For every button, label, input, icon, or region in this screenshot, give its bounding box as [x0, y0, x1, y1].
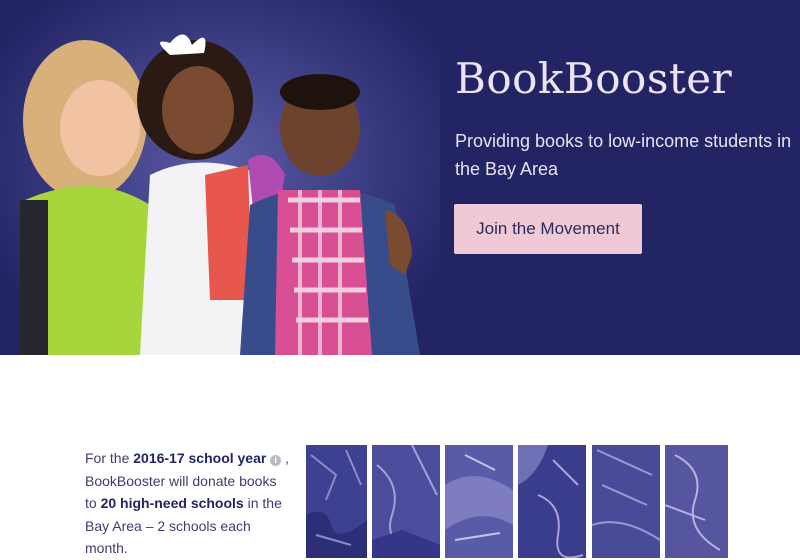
map-tile: [518, 445, 586, 558]
map-tile: [445, 445, 513, 558]
donation-info: For the 2016-17 school year i , BookBoos…: [85, 447, 290, 560]
hero-section: BookBooster Providing books to low-incom…: [0, 0, 800, 355]
info-text-1: For the: [85, 450, 134, 466]
info-icon[interactable]: i: [270, 455, 282, 466]
map-tile: [665, 445, 728, 558]
join-movement-button[interactable]: Join the Movement: [454, 204, 642, 254]
map-tile: [592, 445, 660, 558]
children-photo: [0, 0, 440, 355]
school-year: 2016-17 school year: [133, 450, 267, 466]
map-tile: [306, 445, 367, 558]
schools-count: 20 high-need schools: [100, 495, 244, 511]
map-tile: [372, 445, 440, 558]
hero-tagline: Providing books to low-income students i…: [455, 131, 792, 179]
brand-title: BookBooster: [455, 54, 733, 103]
